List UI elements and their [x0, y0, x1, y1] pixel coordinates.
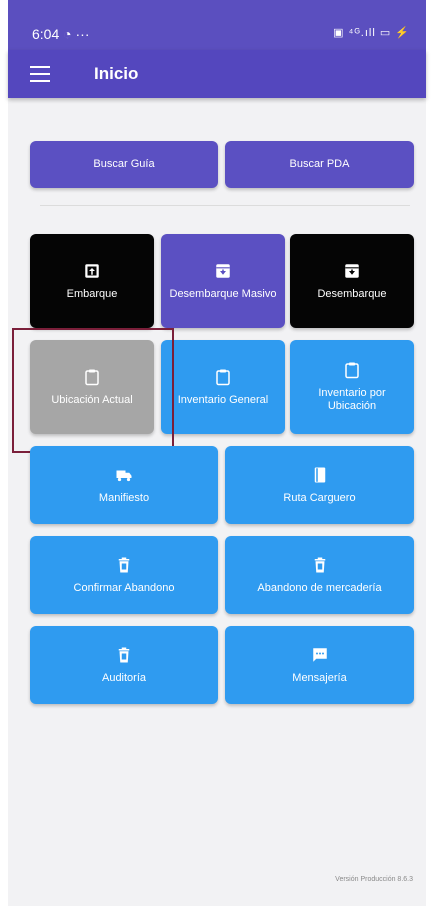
hamburger-menu-icon[interactable]	[30, 66, 50, 82]
page-title: Inicio	[94, 64, 139, 83]
buscar-guia-label: Buscar Guía	[93, 158, 155, 170]
inventario-general-label: Inventario General	[177, 393, 269, 406]
inventario-por-ubicacion-button[interactable]: Inventario por Ubicación	[290, 340, 414, 434]
desembarque-button[interactable]: Desembarque	[290, 234, 414, 328]
archive-down-icon	[216, 263, 230, 278]
archive-down-icon	[345, 263, 359, 278]
manifiesto-button[interactable]: Manifiesto	[30, 446, 218, 524]
desembarque-label: Desembarque	[317, 287, 387, 300]
clipboard-icon	[216, 369, 230, 385]
inventario-por-ubicacion-label: Inventario por Ubicación	[318, 387, 386, 412]
app-bar: Inicio	[8, 50, 426, 98]
ruta-carguero-label: Ruta Carguero	[283, 491, 356, 504]
whatsapp-icon: ◔	[63, 26, 72, 42]
abandono-mercaderia-label: Abandono de mercadería	[257, 581, 382, 594]
version-label: Versión Producción 8.6.3	[335, 876, 413, 883]
confirmar-abandono-label: Confirmar Abandono	[73, 581, 175, 594]
trash-icon	[118, 557, 130, 572]
status-extras: ···	[75, 26, 90, 42]
embarque-button[interactable]: Embarque	[30, 234, 154, 328]
auditoria-button[interactable]: Auditoría	[30, 626, 218, 704]
desembarque-masivo-button[interactable]: Desembarque Masivo	[161, 234, 285, 328]
trash-icon	[314, 557, 325, 572]
mensajeria-label: Mensajería	[292, 671, 347, 684]
desembarque-masivo-label: Desembarque Masivo	[169, 287, 277, 300]
trash-icon	[118, 647, 130, 662]
truck-icon	[116, 470, 132, 481]
buscar-pda-label: Buscar PDA	[289, 158, 350, 170]
buscar-pda-button[interactable]: Buscar PDA	[225, 141, 414, 188]
mensajeria-button[interactable]: Mensajería	[225, 626, 414, 704]
book-icon	[314, 467, 325, 482]
status-icons: ▣ ⁴ᴳ.ıll ▭ ⚡	[333, 27, 410, 39]
ruta-carguero-button[interactable]: Ruta Carguero	[225, 446, 414, 524]
inventario-general-button[interactable]: Inventario General	[161, 340, 285, 434]
left-edge	[0, 0, 8, 906]
manifiesto-label: Manifiesto	[98, 491, 150, 504]
buscar-guia-button[interactable]: Buscar Guía	[30, 141, 218, 188]
upload-box-icon	[85, 263, 99, 278]
auditoria-label: Auditoría	[101, 671, 147, 684]
status-time: 6:04 ◔ ···	[32, 26, 90, 42]
abandono-mercaderia-button[interactable]: Abandono de mercadería	[225, 536, 414, 614]
clipboard-icon	[345, 362, 359, 379]
status-bar: 6:04 ◔ ··· ▣ ⁴ᴳ.ıll ▭ ⚡	[8, 0, 426, 50]
confirmar-abandono-button[interactable]: Confirmar Abandono	[30, 536, 218, 614]
divider	[40, 205, 410, 206]
message-icon	[312, 647, 327, 662]
selection-highlight	[12, 328, 174, 453]
embarque-label: Embarque	[66, 287, 118, 300]
time-label: 6:04	[32, 26, 60, 42]
